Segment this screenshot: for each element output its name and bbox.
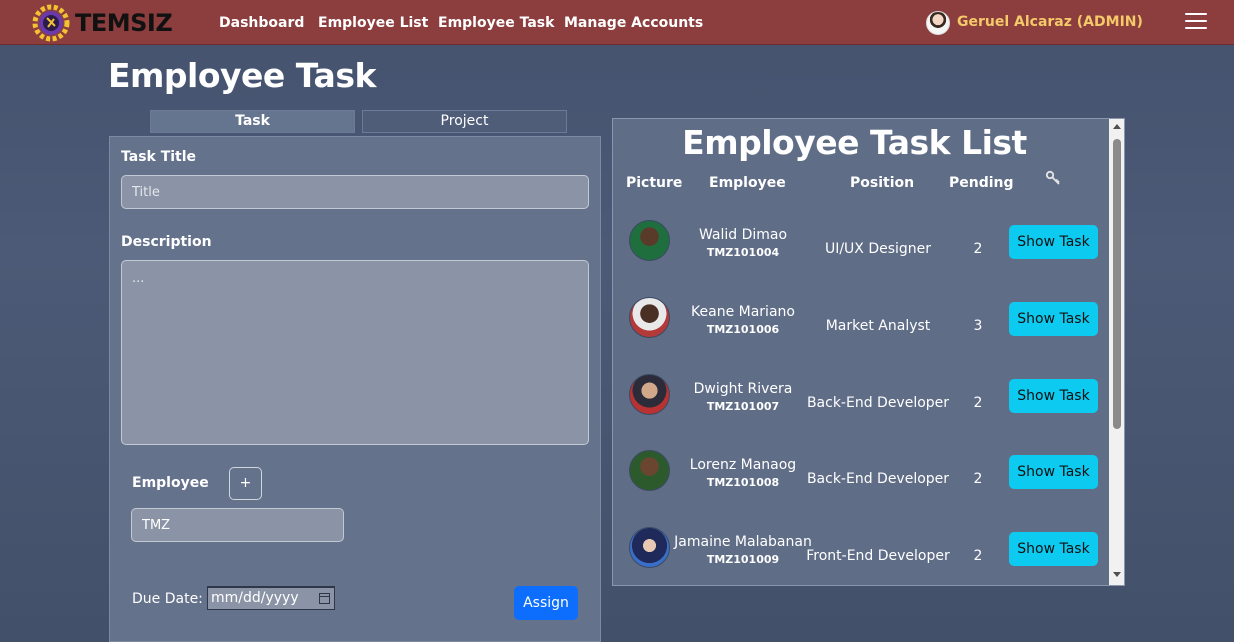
employee-avatar [629,374,670,415]
employee-name: Jamaine Malabanan [674,534,812,550]
top-navbar: TEMSIZ Dashboard Employee List Employee … [0,0,1234,45]
employee-label: Employee [132,475,209,491]
employee-avatar [629,450,670,491]
column-header-picture: Picture [626,175,683,191]
employee-name: Keane Mariano [691,304,795,320]
gear-logo-icon[interactable] [30,4,72,42]
employee-position: UI/UX Designer [824,241,932,257]
show-task-button[interactable]: Show Task [1009,302,1098,336]
employee-row: Keane Mariano TMZ101006 Market Analyst 3… [613,297,1108,378]
employee-pending-count: 2 [973,548,983,564]
column-header-employee: Employee [709,175,786,191]
column-header-pending: Pending [949,175,1014,191]
assign-button[interactable]: Assign [514,586,578,620]
user-avatar[interactable] [926,11,950,35]
employee-position: Market Analyst [825,318,931,334]
employee-pending-count: 2 [973,395,983,411]
brand-name[interactable]: TEMSIZ [75,9,173,37]
due-date-label: Due Date: [132,591,203,607]
tab-task[interactable]: Task [150,110,355,133]
employee-id: TMZ101008 [706,476,780,489]
employee-task-list-panel: Employee Task List Picture Employee Posi… [612,118,1125,586]
employee-avatar [629,527,670,568]
employee-position: Front-End Developer [806,548,950,564]
employee-name: Dwight Rivera [693,381,793,397]
tab-project[interactable]: Project [362,110,567,133]
page-title: Employee Task [108,56,376,95]
employee-position: Back-End Developer [806,395,950,411]
employee-row: Walid Dimao TMZ101004 UI/UX Designer 2 S… [613,220,1108,301]
show-task-button[interactable]: Show Task [1009,455,1098,489]
employee-row: Lorenz Manaog TMZ101008 Back-End Develop… [613,450,1108,531]
list-title: Employee Task List [682,123,1027,162]
column-header-position: Position [850,175,915,191]
employee-id: TMZ101004 [706,246,780,259]
employee-avatar [629,297,670,338]
employee-name: Walid Dimao [698,227,788,243]
description-textarea[interactable] [121,260,589,445]
employee-row: Jamaine Malabanan TMZ101009 Front-End De… [613,527,1108,585]
nav-link-dashboard[interactable]: Dashboard [219,15,304,31]
scrollbar-thumb[interactable] [1113,139,1121,429]
employee-name: Lorenz Manaog [689,457,797,473]
nav-link-employee-list[interactable]: Employee List [318,15,428,31]
employee-id: TMZ101007 [706,400,780,413]
scroll-down-arrow-icon[interactable] [1113,572,1121,577]
description-label: Description [121,234,212,250]
due-date-input[interactable]: mm/dd/yyyy [207,586,335,610]
show-task-button[interactable]: Show Task [1009,532,1098,566]
show-task-button[interactable]: Show Task [1009,225,1098,259]
task-title-input[interactable] [121,175,589,209]
scroll-up-arrow-icon[interactable] [1113,124,1121,129]
employee-row: Dwight Rivera TMZ101007 Back-End Develop… [613,374,1108,455]
user-name[interactable]: Geruel Alcaraz (ADMIN) [957,14,1143,30]
add-employee-button[interactable]: + [229,467,262,500]
show-task-button[interactable]: Show Task [1009,379,1098,413]
due-date-placeholder: mm/dd/yyyy [211,590,299,606]
hamburger-menu-icon[interactable] [1185,13,1207,31]
employee-id: TMZ101009 [706,553,780,566]
employee-pending-count: 2 [973,241,983,257]
calendar-icon[interactable] [319,593,330,604]
employee-avatar [629,220,670,261]
employee-pending-count: 2 [973,471,983,487]
nav-link-manage-accounts[interactable]: Manage Accounts [564,15,703,31]
key-icon [1045,170,1060,185]
task-title-label: Task Title [121,149,197,165]
employee-id: TMZ101006 [706,323,780,336]
employee-pending-count: 3 [973,318,983,334]
nav-link-employee-task[interactable]: Employee Task [438,15,554,31]
employee-input[interactable] [131,508,344,542]
employee-position: Back-End Developer [806,471,950,487]
